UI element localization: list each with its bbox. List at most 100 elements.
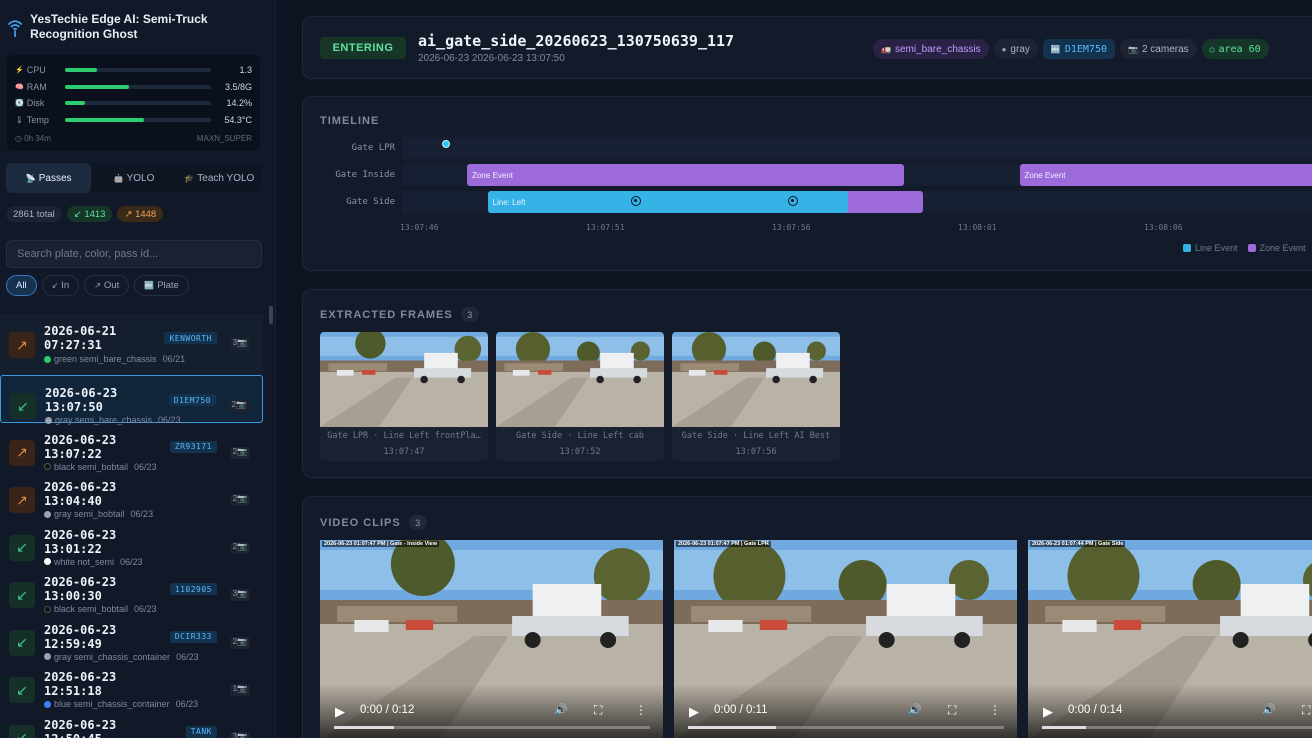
frames-count: 3 [460, 307, 479, 322]
legend-item: Zone Event [1247, 243, 1306, 253]
metric-bar [65, 117, 211, 122]
tab-label: Teach YOLO [197, 172, 255, 184]
in-count: ↙ 1413 [66, 206, 113, 222]
frame-image[interactable] [672, 332, 840, 427]
color-dot-icon [44, 355, 51, 363]
frame-image[interactable] [496, 332, 664, 427]
fullscreen-icon[interactable]: ⛶ [1302, 703, 1310, 718]
thermometer-icon: 🌡 [15, 116, 24, 124]
pass-list-item[interactable]: ↙ 2026-06-23 13:01:22 white not_semi 06/23 2… [0, 518, 263, 567]
arrow-in-icon: ↙ [9, 534, 35, 561]
play-icon[interactable]: ▶ [689, 704, 699, 720]
pass-counts: 2861 total ↙ 1413 ↗ 1448 [6, 206, 164, 222]
event-marker[interactable] [441, 140, 450, 148]
pass-date: 2026-06-23 2026-06-23 13:07:50 [418, 53, 565, 64]
main-panel: ENTERING ai_gate_side_20260623_130750639… [276, 0, 1312, 738]
pass-date: 06/21 [162, 354, 186, 364]
video-overlay-text: 2026-06-23 01:07:47 PM | Gate LPR [676, 541, 771, 547]
tag-semi_bare_chassis: 🚛 semi_bare_chassis [873, 39, 989, 59]
frame-image[interactable] [320, 332, 488, 427]
filter-plate[interactable]: 🔤 Plate [134, 275, 189, 296]
video-progress[interactable] [334, 726, 650, 729]
video-player[interactable]: 2026-06-23 01:07:44 PM | Gate Side ▶ 0:00 … [1028, 540, 1312, 738]
video-progress-fill [688, 726, 777, 729]
filter-in[interactable]: ↙ In [41, 275, 80, 296]
fullscreen-icon[interactable]: ⛶ [948, 703, 956, 718]
clips-count: 3 [408, 515, 427, 530]
color-dot-icon [44, 700, 51, 708]
arrow-in-icon: ↙ [9, 724, 35, 738]
legend-swatch [1247, 244, 1256, 252]
plate-badge: TANK [185, 725, 217, 738]
pass-list-item[interactable]: ↙ 2026-06-23 13:07:50 gray semi_bare_chass… [0, 375, 263, 425]
uptime-value: 0h 34m [24, 134, 51, 143]
tab-passes[interactable]: 📡 Passes [6, 163, 92, 193]
video-progress[interactable] [688, 726, 1004, 729]
volume-icon[interactable]: 🔊 [908, 703, 922, 716]
filter-all[interactable]: All [6, 275, 37, 296]
tag-label: area 60 [1218, 43, 1261, 55]
zone-event-bar[interactable]: Zone Event [1019, 164, 1312, 186]
fullscreen-icon[interactable]: ⛶ [594, 703, 602, 718]
extracted-frame[interactable]: Gate LPR · Line Left frontPla… 13:07:47 [320, 332, 488, 461]
pass-list-item[interactable]: ↙ 2026-06-23 13:00:30 black semi_bobtail 06… [0, 565, 263, 614]
video-time: 0:00 / 0:11 [714, 704, 768, 716]
filter-in-icon: ↙ [51, 281, 59, 290]
frame-time: 13:07:47 [383, 447, 425, 457]
pass-list-item[interactable]: ↙ 2026-06-23 12:51:18 blue semi_chassis_co… [0, 660, 263, 709]
pass-list-item[interactable]: ↗ 2026-06-23 13:04:40 gray semi_bobtail 06/… [0, 470, 263, 519]
metric-label: 🧠 RAM [15, 82, 65, 92]
volume-icon[interactable]: 🔊 [1262, 703, 1276, 716]
extracted-frame[interactable]: Gate Side · Line Left cab 13:07:52 [496, 332, 664, 461]
zone-event-bar[interactable]: Zone Event [467, 164, 905, 186]
metric-bar-fill [65, 101, 86, 106]
pass-timestamp: 2026-06-23 13:01:22 [44, 527, 117, 556]
more-options-icon[interactable]: ⋮ [635, 703, 647, 717]
pass-list-item[interactable]: ↙2026-06-23 12:50:45blue semi_tanker06/2… [0, 708, 263, 738]
video-controls: ▶ 0:00 / 0:12 🔊 ⛶ ⋮ [320, 684, 663, 738]
frame-caption: Gate LPR · Line Left frontPla… [327, 431, 481, 441]
video-controls: ▶0:00 / 0:14🔊⛶⋮ [1028, 684, 1312, 738]
pass-list-item[interactable]: ↙ 2026-06-23 12:59:49 gray semi_chassis_co… [0, 613, 263, 662]
metric-row: 🌡 Temp 54.3°C [15, 112, 252, 129]
play-icon[interactable]: ▶ [1043, 704, 1053, 720]
color-dot-icon [44, 653, 51, 660]
pass-list-item[interactable]: ↗ 2026-06-23 13:07:22 black semi_bobtail 06… [0, 423, 263, 472]
frame-time: 13:07:56 [735, 447, 777, 457]
filter-out[interactable]: ↗ Out [84, 275, 130, 296]
event-marker[interactable] [787, 196, 798, 206]
pass-list-item[interactable]: ↗ 2026-06-21 07:27:31 green semi_bare_chas… [0, 314, 263, 375]
video-player[interactable]: 2026-06-23 01:07:47 PM | Gate - Inside V… [320, 540, 663, 738]
camera-count: 2📷 [229, 541, 250, 554]
tab-teach-yolo[interactable]: 🎓 Teach YOLO [177, 163, 262, 193]
tab-yolo[interactable]: 🤖 YOLO [91, 163, 176, 193]
metric-bar [65, 101, 211, 106]
arrow-in-icon: ↙ [9, 677, 35, 703]
extracted-frame[interactable]: Gate Side · Line Left AI Best 13:07:56 [672, 332, 840, 461]
play-icon[interactable]: ▶ [335, 704, 345, 720]
wifi-icon [7, 20, 23, 37]
metric-row: 💽 Disk 14.2% [15, 95, 252, 112]
metric-name: RAM [26, 81, 47, 92]
plate-badge: KENWORTH [164, 332, 217, 344]
direction-filters: All ↙ In ↗ Out 🔤 Plate [6, 275, 189, 296]
tag-d1em750: 🔤 D1EM750 [1042, 39, 1115, 59]
video-progress-fill [1042, 726, 1087, 729]
filter-label: All [16, 280, 27, 291]
tag-label: semi_bare_chassis [894, 43, 981, 55]
volume-icon[interactable]: 🔊 [554, 703, 568, 716]
camera-count: 3📷 [229, 589, 250, 601]
video-progress[interactable] [1042, 726, 1312, 729]
camera-count: 2📷 [229, 494, 250, 506]
arrow-out-icon: ↗ [9, 332, 35, 358]
plate-badge: D1EM750 [168, 394, 216, 406]
plate-badge: 1102905 [169, 583, 217, 595]
search-input[interactable] [6, 240, 262, 268]
legend-label: Zone Event [1259, 243, 1306, 253]
pass-timestamp: 2026-06-23 13:07:50 [45, 386, 118, 414]
video-player[interactable]: 2026-06-23 01:07:47 PM | Gate LPR ▶ 0:00 /… [674, 540, 1017, 738]
more-options-icon[interactable]: ⋮ [989, 703, 1001, 717]
plate-badge: DCIR333 [169, 630, 217, 643]
timeline-lane [402, 137, 1312, 159]
metric-bar [65, 68, 211, 73]
